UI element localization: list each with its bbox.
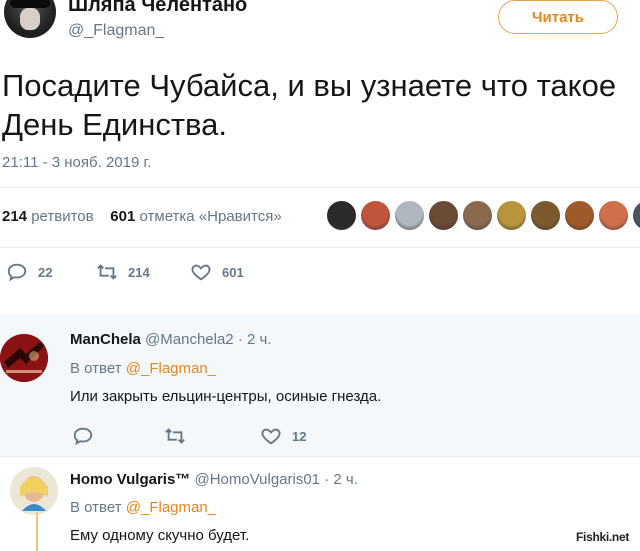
liker-avatar[interactable] (564, 200, 595, 231)
liker-avatar[interactable] (530, 200, 561, 231)
liker-avatar[interactable] (462, 200, 493, 231)
like-count: 12 (292, 428, 307, 444)
liker-avatar[interactable] (360, 200, 391, 231)
reply-tweet[interactable]: ManChela @Manchela2 · 2 ч. В ответ @_Fla… (0, 314, 640, 456)
liker-avatar[interactable] (326, 200, 357, 231)
reply-author: ManChela @Manchela2 · 2 ч. (70, 331, 271, 348)
retweet-icon (97, 264, 117, 280)
in-reply-to-link[interactable]: @_Flagman_ (126, 360, 216, 377)
reply-author-name[interactable]: Homo Vulgaris™ (70, 471, 190, 488)
main-tweet: Шляпа Челентано @_Flagman_ Читать Посади… (0, 0, 640, 306)
reply-author-handle[interactable]: @HomoVulgaris01 (194, 471, 320, 488)
retweet-icon (165, 428, 185, 444)
in-reply-prefix: В ответ (70, 499, 122, 516)
tweet-timestamp[interactable]: 21:11 - 3 нояб. 2019 г. (2, 154, 151, 171)
reply-time[interactable]: · 2 ч. (238, 331, 272, 348)
reply-text: Или закрыть ельцин-центры, осиные гнезда… (70, 388, 382, 405)
like-count: 601 (222, 264, 244, 280)
retweets-count[interactable]: 214 (2, 208, 27, 225)
follow-button[interactable]: Читать (498, 0, 618, 34)
reply-author: Homo Vulgaris™ @HomoVulgaris01 · 2 ч. (70, 471, 358, 488)
reply-avatar[interactable] (0, 334, 48, 382)
reply-author-handle[interactable]: @Manchela2 (145, 331, 234, 348)
in-reply-to: В ответ @_Flagman_ (70, 499, 216, 516)
liker-avatar[interactable] (632, 200, 640, 231)
likers-avatar-list (326, 200, 640, 232)
divider (0, 247, 640, 248)
author-handle[interactable]: @_Flagman_ (68, 22, 164, 40)
heart-icon (261, 428, 281, 445)
retweets-label[interactable]: ретвитов (31, 208, 93, 225)
reply-icon (73, 427, 93, 446)
reply-avatar[interactable] (10, 467, 58, 515)
hat-brim (10, 0, 50, 8)
liker-avatar[interactable] (598, 200, 629, 231)
divider (0, 187, 640, 188)
face-shape (20, 8, 40, 30)
reply-icon (7, 263, 27, 282)
retweet-action[interactable] (164, 425, 186, 447)
reply-action[interactable]: 22 (6, 261, 52, 283)
liker-avatar[interactable] (394, 200, 425, 231)
liker-avatar[interactable] (428, 200, 459, 231)
tweet-text-line-1: Посадите Чубайса, и вы узнаете что такое (2, 68, 617, 103)
like-action[interactable]: 601 (190, 261, 244, 283)
reply-tweet[interactable]: Homo Vulgaris™ @HomoVulgaris01 · 2 ч. В … (0, 456, 640, 551)
author-name[interactable]: Шляпа Челентано (68, 0, 247, 17)
in-reply-prefix: В ответ (70, 360, 122, 377)
tweet-stats: 214 ретвитов 601 отметка «Нравится» (2, 208, 282, 225)
in-reply-to: В ответ @_Flagman_ (70, 360, 216, 377)
in-reply-to-link[interactable]: @_Flagman_ (126, 499, 216, 516)
thread-line (36, 512, 38, 551)
tweet-text-line-2: День Единства. (2, 107, 227, 142)
reply-text: Ему одному скучно будет. (70, 527, 250, 544)
heart-icon (191, 264, 211, 281)
like-action[interactable]: 12 (260, 425, 306, 447)
tweet-text: Посадите Чубайса, и вы узнаете что такое… (0, 66, 640, 144)
author-avatar[interactable] (4, 0, 56, 38)
likes-count[interactable]: 601 (110, 208, 135, 225)
person-avatar-icon (10, 467, 58, 515)
retweet-count: 214 (128, 264, 150, 280)
reply-time[interactable]: · 2 ч. (324, 471, 358, 488)
reply-author-name[interactable]: ManChela (70, 331, 141, 348)
retweet-action[interactable]: 214 (96, 261, 150, 283)
reply-action[interactable] (72, 425, 94, 447)
reply-count: 22 (38, 264, 53, 280)
watermark: Fishki.net (576, 530, 630, 544)
soviet-poster-icon (0, 334, 48, 382)
likes-label[interactable]: отметка «Нравится» (140, 208, 282, 225)
liker-avatar[interactable] (496, 200, 527, 231)
